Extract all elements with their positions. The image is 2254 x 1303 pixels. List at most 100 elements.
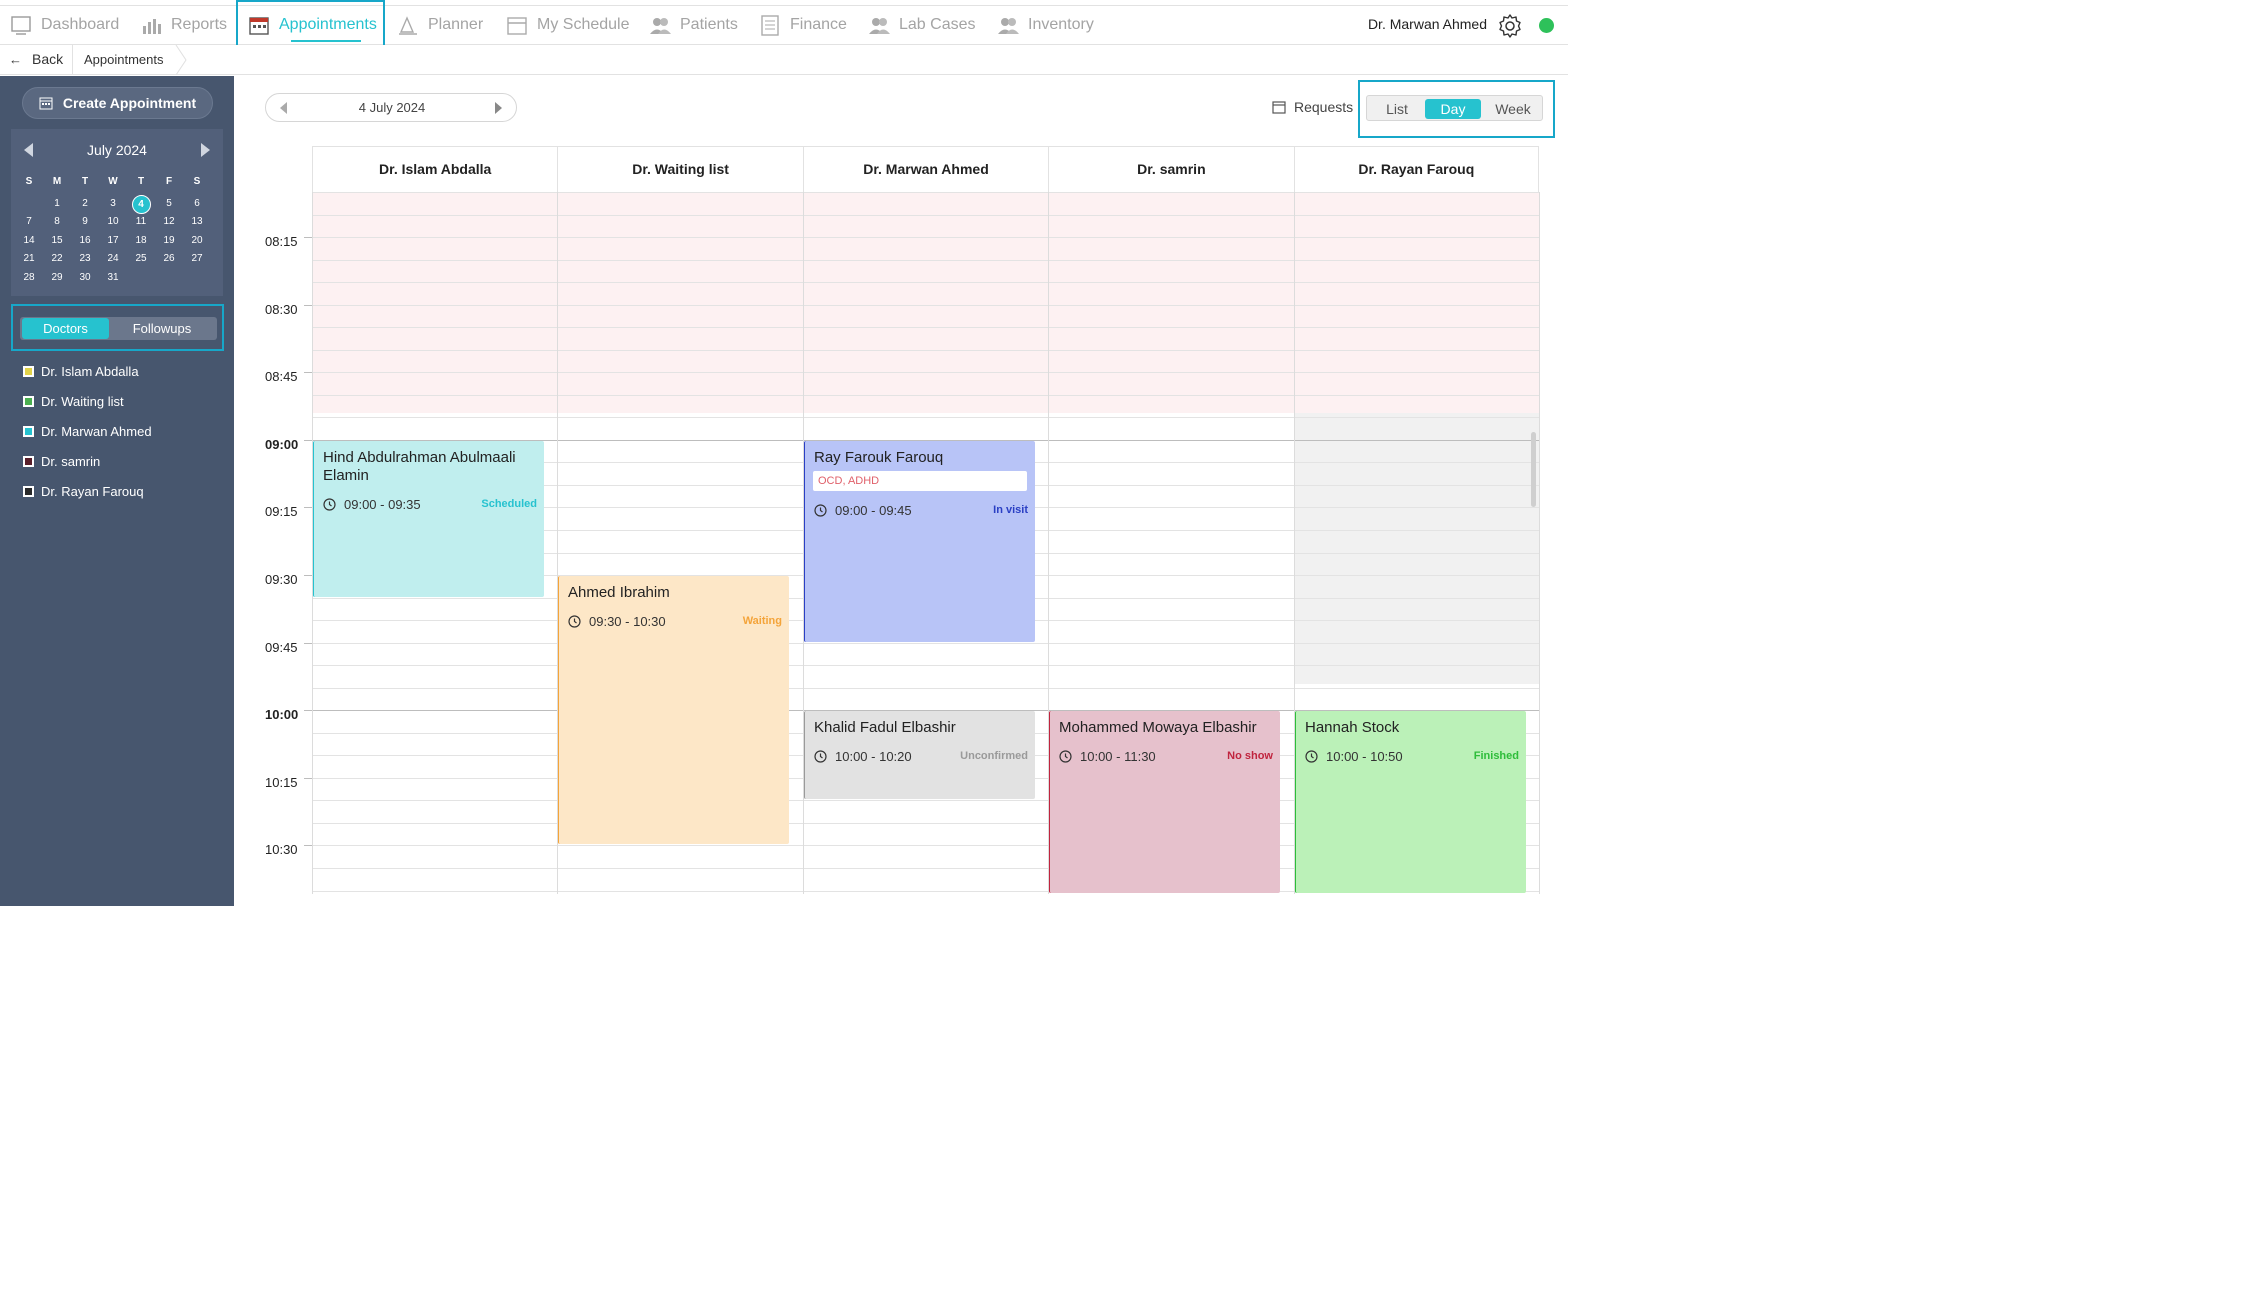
calendar-day[interactable]: 3 (99, 195, 127, 214)
calendar-day[interactable]: 26 (155, 250, 183, 269)
clock-icon (814, 750, 827, 763)
calendar-day[interactable]: 13 (183, 213, 211, 232)
appointment-card[interactable]: Hind Abdulrahman Abulmaali Elamin 09:00 -… (313, 441, 544, 597)
online-status-icon (1539, 18, 1554, 33)
calendar-day[interactable]: 30 (71, 269, 99, 288)
time-label: 08:30 (265, 302, 298, 317)
finance-icon (758, 14, 782, 36)
calendar-day[interactable]: 19 (155, 232, 183, 251)
appointment-card[interactable]: Ahmed Ibrahim 09:30 - 10:30 Waiting (558, 576, 789, 844)
doctor-filter-item[interactable]: Dr. samrin (0, 447, 234, 477)
calendar-day[interactable]: 1 (43, 195, 71, 214)
column-header-doctor: Dr. Marwan Ahmed (802, 146, 1049, 192)
calendar-day[interactable]: 27 (183, 250, 211, 269)
nav-item-dashboard[interactable]: Dashboard (9, 6, 119, 44)
appointment-card[interactable]: Hannah Stock 10:00 - 10:50 Finished (1295, 711, 1526, 893)
calendar-day-number: 26 (163, 253, 175, 265)
requests-label: Requests (1294, 99, 1354, 115)
appointment-card[interactable]: Ray Farouk Farouq OCD, ADHD 09:00 - 09:45 I… (804, 441, 1035, 642)
doctor-filter-item[interactable]: Dr. Waiting list (0, 386, 234, 416)
calendar-day-selected[interactable]: 4 (127, 194, 155, 214)
doctor-filter-item[interactable]: Dr. Islam Abdalla (0, 356, 234, 386)
calendar-weekday: T (137, 176, 145, 187)
time-label: 09:15 (265, 504, 298, 519)
doctor-filter-item[interactable]: Dr. Rayan Farouq (0, 477, 234, 507)
calendar-day[interactable]: 10 (99, 213, 127, 232)
patient-name: Mohammed Mowaya Elbashir (1059, 719, 1257, 736)
doctor-name: Dr. Rayan Farouq (41, 484, 144, 500)
nav-item-inventory[interactable]: Inventory (996, 6, 1094, 44)
calendar-day[interactable]: 18 (127, 232, 155, 251)
view-toggle: List Day Week (1366, 95, 1543, 121)
back-button[interactable]: ← Back (9, 51, 63, 67)
calendar-day[interactable]: 2 (71, 195, 99, 214)
requests-button[interactable]: Requests (1272, 99, 1353, 115)
doctor-filter-item[interactable]: Dr. Marwan Ahmed (0, 416, 234, 446)
time-tick (304, 575, 312, 576)
calendar-day[interactable]: 25 (127, 250, 155, 269)
nav-item-patients[interactable]: Patients (648, 6, 738, 44)
next-month-icon[interactable] (201, 143, 210, 157)
appointment-card[interactable]: Khalid Fadul Elbashir 10:00 - 10:20 Unconf… (804, 711, 1035, 799)
schedule-icon (505, 14, 529, 36)
calendar-day[interactable]: 24 (99, 250, 127, 269)
calendar-day-number: 10 (107, 216, 119, 228)
column-header-doctor: Dr. Islam Abdalla (312, 146, 558, 192)
calendar-day[interactable]: 23 (71, 250, 99, 269)
view-day-button[interactable]: Day (1425, 99, 1481, 119)
view-list-button[interactable]: List (1370, 99, 1424, 119)
appointment-time: 09:00 - 09:45 (814, 503, 912, 518)
current-date[interactable]: 4 July 2024 (266, 100, 518, 115)
nav-item-appointments[interactable]: Appointments (247, 6, 377, 44)
calendar-day[interactable]: 20 (183, 232, 211, 251)
nav-item-label: Dashboard (41, 16, 120, 33)
calendar-day[interactable]: 14 (15, 232, 43, 251)
nav-item-reports[interactable]: Reports (139, 6, 227, 44)
slot-line (312, 305, 1539, 306)
slot-line (312, 643, 1539, 644)
next-day-icon[interactable] (495, 102, 502, 114)
calendar-day[interactable]: 21 (15, 250, 43, 269)
appointment-time: 10:00 - 10:20 (814, 749, 912, 764)
doctor-color-swatch (23, 425, 34, 437)
calendar-day[interactable]: 22 (43, 250, 71, 269)
appointments-icon (247, 14, 271, 36)
view-week-button[interactable]: Week (1485, 99, 1541, 119)
nav-item-label: Reports (171, 16, 228, 33)
calendar-day[interactable]: 6 (183, 195, 211, 214)
followups-tab[interactable]: Followups (109, 318, 215, 339)
nav-item-planner[interactable]: Planner (396, 6, 483, 44)
status-badge: Finished (1473, 750, 1519, 762)
calendar-day[interactable]: 11 (127, 213, 155, 232)
clock-icon (323, 498, 336, 511)
user-name[interactable]: Dr. Marwan Ahmed (1368, 16, 1487, 32)
calendar-day[interactable]: 12 (155, 213, 183, 232)
nav-item-my-schedule[interactable]: My Schedule (505, 6, 630, 44)
calendar-day[interactable]: 28 (15, 269, 43, 288)
calendar-day (127, 269, 155, 288)
calendar-day-number: 18 (135, 234, 147, 246)
calendar-weekday: M (52, 176, 62, 187)
calendar-day[interactable]: 31 (99, 269, 127, 288)
calendar-day[interactable]: 5 (155, 195, 183, 214)
scrollbar[interactable] (1531, 432, 1536, 507)
calendar-day[interactable]: 16 (71, 232, 99, 251)
calendar-day[interactable]: 29 (43, 269, 71, 288)
calendar-day[interactable]: 15 (43, 232, 71, 251)
calendar-day[interactable]: 9 (71, 213, 99, 232)
nav-item-lab-cases[interactable]: Lab Cases (867, 6, 976, 44)
appointment-card[interactable]: Mohammed Mowaya Elbashir 10:00 - 11:30 No … (1049, 711, 1280, 893)
time-tick (304, 507, 312, 508)
calendar-day[interactable]: 7 (15, 213, 43, 232)
nav-item-finance[interactable]: Finance (758, 6, 847, 44)
gear-icon[interactable] (1497, 13, 1523, 39)
create-appointment-button[interactable]: Create Appointment (22, 87, 213, 119)
appointment-time-text: 10:00 - 10:50 (1326, 749, 1403, 764)
calendar-day[interactable]: 17 (99, 232, 127, 251)
status-badge: Unconfirmed (960, 750, 1028, 762)
appointment-time-text: 09:30 - 10:30 (589, 614, 666, 629)
slot-line (312, 665, 1539, 666)
doctor-name: Dr. samrin (41, 454, 101, 470)
calendar-day[interactable]: 8 (43, 213, 71, 232)
doctors-tab[interactable]: Doctors (22, 318, 109, 339)
